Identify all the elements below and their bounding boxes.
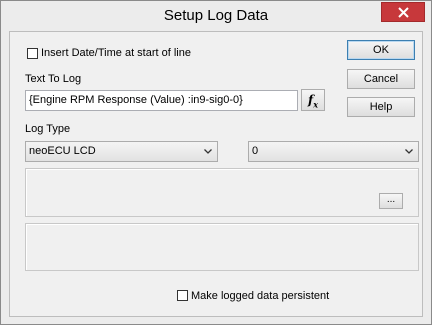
log-options-panel: ... [25, 168, 419, 217]
insert-datetime-checkbox[interactable] [27, 48, 38, 59]
fx-sub: x [313, 99, 318, 110]
dialog-window: Setup Log Data Insert Date/Time at start… [0, 0, 432, 325]
help-button[interactable]: Help [347, 97, 415, 117]
text-to-log-input[interactable]: {Engine RPM Response (Value) :in9-sig0-0… [25, 90, 298, 111]
ok-button[interactable]: OK [347, 40, 415, 60]
log-type-second-value: 0 [252, 145, 259, 157]
function-button[interactable]: fx [301, 89, 325, 111]
persistent-label[interactable]: Make logged data persistent [191, 290, 329, 302]
chevron-down-icon [204, 149, 212, 154]
log-type-value: neoECU LCD [29, 145, 96, 157]
browse-button[interactable]: ... [379, 193, 403, 209]
log-type-select[interactable]: neoECU LCD [25, 141, 218, 162]
chevron-down-icon [405, 149, 413, 154]
log-type-label: Log Type [25, 123, 71, 135]
text-to-log-label: Text To Log [25, 73, 82, 85]
log-details-panel [25, 223, 419, 271]
close-button[interactable] [381, 2, 425, 22]
close-icon [398, 7, 409, 18]
cancel-button[interactable]: Cancel [347, 69, 415, 89]
persistent-checkbox[interactable] [177, 290, 188, 301]
dialog-title: Setup Log Data [163, 7, 269, 24]
log-type-second-select[interactable]: 0 [248, 141, 419, 162]
title-bar[interactable]: Setup Log Data [1, 1, 431, 31]
function-icon: fx [308, 93, 318, 110]
dialog-client-area: Insert Date/Time at start of line Text T… [9, 31, 423, 317]
insert-datetime-label[interactable]: Insert Date/Time at start of line [41, 47, 191, 59]
